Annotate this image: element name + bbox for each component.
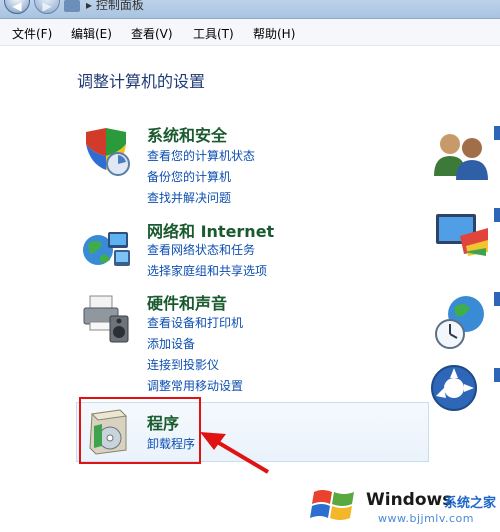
watermark-site-name: 系统之家 — [444, 496, 497, 511]
control-panel-icon — [64, 0, 80, 12]
clock-globe-icon — [435, 296, 484, 349]
back-button[interactable]: ◀ — [4, 0, 30, 14]
page-title: 调整计算机的设置 — [77, 72, 206, 91]
ease-of-access-icon — [431, 365, 477, 411]
annotation-arrow-icon — [200, 432, 270, 474]
right-column-title-fragment — [494, 208, 500, 222]
right-column-title-fragment — [494, 292, 500, 306]
right-column-title-fragment — [494, 126, 500, 140]
watermark-url: www.bjjmlv.com — [378, 512, 474, 525]
network-globe-icon — [83, 232, 130, 266]
link-troubleshoot[interactable]: 查找并解决问题 — [147, 189, 231, 206]
category-title-hardware-sound[interactable]: 硬件和声音 — [147, 290, 227, 314]
window-titlebar: ◀ ▶ ▸ 控制面板 — [0, 0, 500, 19]
category-title-system-security[interactable]: 系统和安全 — [147, 122, 227, 146]
appearance-monitor-icon — [436, 214, 488, 256]
printer-speaker-icon — [83, 295, 129, 343]
windows-logo-icon — [310, 490, 354, 520]
breadcrumb[interactable]: ▸ 控制面板 — [86, 0, 144, 13]
user-accounts-icon — [434, 134, 488, 180]
category-title-network-internet[interactable]: 网络和 Internet — [147, 218, 274, 242]
shield-icon — [86, 128, 130, 176]
link-network-status[interactable]: 查看网络状态和任务 — [147, 241, 255, 258]
link-add-device[interactable]: 添加设备 — [147, 335, 195, 352]
menu-file[interactable]: 文件(F) — [12, 25, 52, 42]
menu-bar: 文件(F) 编辑(E) 查看(V) 工具(T) 帮助(H) — [0, 19, 500, 46]
menu-view[interactable]: 查看(V) — [131, 25, 173, 42]
menu-help[interactable]: 帮助(H) — [253, 25, 295, 42]
link-view-computer-status[interactable]: 查看您的计算机状态 — [147, 147, 255, 164]
link-homegroup-sharing[interactable]: 选择家庭组和共享选项 — [147, 262, 267, 279]
link-connect-projector[interactable]: 连接到投影仪 — [147, 356, 219, 373]
menu-edit[interactable]: 编辑(E) — [71, 25, 112, 42]
right-column-title-fragment — [494, 368, 500, 382]
forward-button[interactable]: ▶ — [34, 0, 60, 14]
link-devices-printers[interactable]: 查看设备和打印机 — [147, 314, 243, 331]
annotation-red-box — [79, 397, 201, 464]
menu-tools[interactable]: 工具(T) — [193, 25, 234, 42]
watermark-brand: Windows — [366, 490, 453, 510]
link-backup-computer[interactable]: 备份您的计算机 — [147, 168, 231, 185]
link-mobility-settings[interactable]: 调整常用移动设置 — [147, 377, 243, 394]
watermark: Windows 系统之家 www.bjjmlv.com — [306, 478, 500, 532]
